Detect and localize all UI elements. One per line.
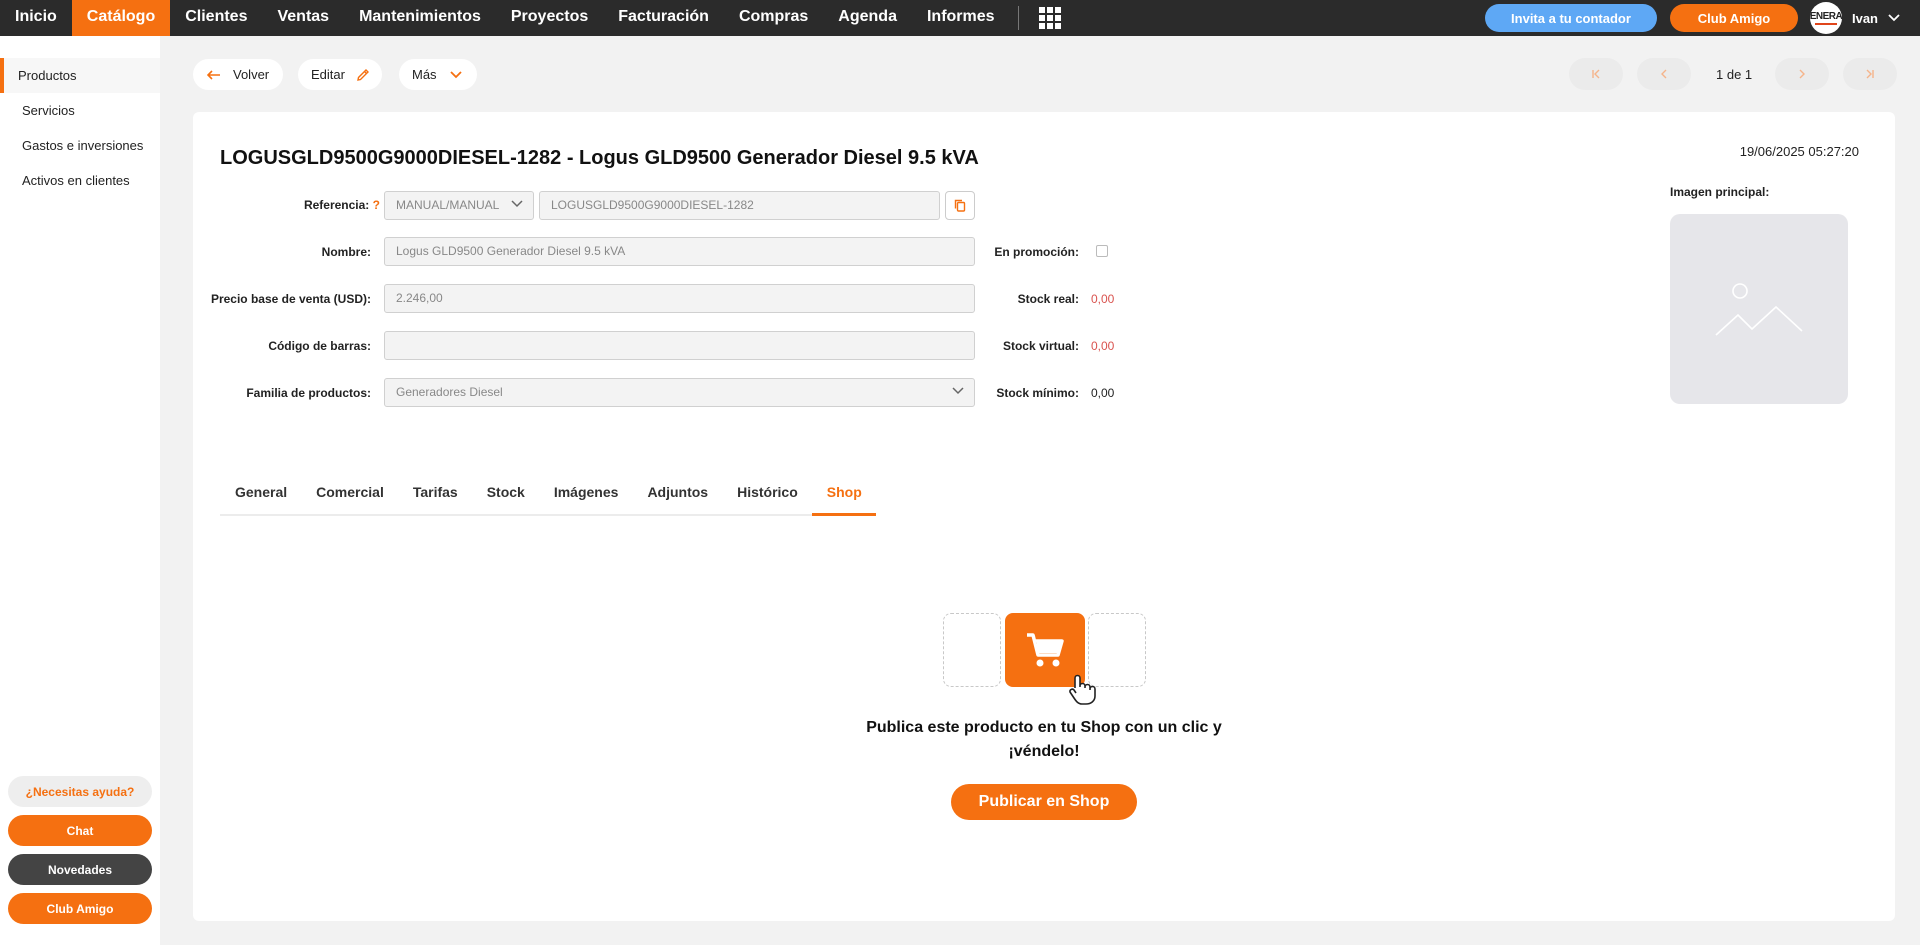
news-button[interactable]: Novedades (8, 854, 152, 885)
main-image-placeholder[interactable] (1670, 214, 1848, 404)
tab-historico[interactable]: Histórico (722, 471, 812, 516)
invite-accountant-button[interactable]: Invita a tu contador (1484, 4, 1657, 32)
stock-min-label: Stock mínimo: (996, 386, 1079, 400)
sidebar: Productos Servicios Gastos e inversiones… (0, 36, 160, 945)
sidebar-menu: Productos Servicios Gastos e inversiones… (0, 58, 160, 198)
top-navigation-bar: Inicio Catálogo Clientes Ventas Mantenim… (0, 0, 1920, 36)
last-page-icon (1865, 69, 1875, 79)
chat-button[interactable]: Chat (8, 815, 152, 846)
tab-general[interactable]: General (220, 471, 301, 516)
promo-checkbox[interactable] (1096, 245, 1108, 257)
barcode-label: Código de barras: (268, 339, 371, 353)
first-page-icon (1591, 69, 1601, 79)
sidebar-item-servicios[interactable]: Servicios (0, 93, 160, 128)
family-value: Generadores Diesel (396, 385, 503, 399)
club-amigo-top-button[interactable]: Club Amigo (1669, 4, 1798, 32)
last-page-button[interactable] (1843, 58, 1897, 90)
sidebar-item-activos[interactable]: Activos en clientes (0, 163, 160, 198)
sidebar-item-gastos[interactable]: Gastos e inversiones (0, 128, 160, 163)
image-label: Imagen principal: (1670, 185, 1770, 199)
first-page-button[interactable] (1569, 58, 1623, 90)
shop-promo-line2: ¡véndelo! (1008, 743, 1080, 760)
chevron-down-icon (952, 387, 964, 395)
apps-grid-icon[interactable] (1031, 7, 1069, 29)
avatar-logo-text: ENERA (1809, 10, 1842, 22)
shopping-cart-icon (1025, 631, 1065, 669)
nav-informes[interactable]: Informes (912, 0, 1010, 36)
avatar-logo-bar (1814, 22, 1837, 25)
chevron-left-icon (1660, 69, 1668, 79)
timestamp: 19/06/2025 05:27:20 (1739, 144, 1859, 159)
arrow-left-icon (207, 69, 221, 80)
image-placeholder-icon (1714, 279, 1804, 339)
club-amigo-sidebar-button[interactable]: Club Amigo (8, 893, 152, 924)
reference-label-wrap: Referencia: ? (290, 198, 380, 212)
avatar[interactable]: ENERA (1809, 2, 1842, 34)
shop-promo-line1: Publica este producto en tu Shop con un … (866, 719, 1222, 736)
nav-inicio[interactable]: Inicio (0, 0, 72, 36)
shop-promo-text: Publica este producto en tu Shop con un … (864, 716, 1224, 764)
reference-type-select[interactable]: MANUAL/MANUAL (384, 191, 534, 220)
promo-placeholder-right (1088, 613, 1146, 687)
pencil-icon (356, 68, 370, 82)
pager-text: 1 de 1 (1716, 67, 1753, 82)
prev-page-button[interactable] (1637, 58, 1691, 90)
chevron-down-icon (511, 200, 523, 208)
chevron-down-icon[interactable] (1888, 14, 1900, 22)
family-select[interactable]: Generadores Diesel (384, 378, 975, 407)
nav-catalogo[interactable]: Catálogo (71, 0, 171, 36)
more-button[interactable]: Más (399, 59, 477, 90)
barcode-field[interactable] (384, 331, 975, 360)
top-right-area: Invita a tu contador Club Amigo ENERA Iv… (1484, 0, 1920, 36)
tab-imagenes[interactable]: Imágenes (539, 471, 633, 516)
tab-tarifas[interactable]: Tarifas (398, 471, 472, 516)
reference-type-value: MANUAL/MANUAL (396, 198, 500, 212)
help-button[interactable]: ¿Necesitas ayuda? (8, 776, 152, 807)
stock-min-value: 0,00 (1091, 386, 1115, 400)
product-tabs: General Comercial Tarifas Stock Imágenes… (220, 471, 876, 516)
tab-stock[interactable]: Stock (472, 471, 539, 516)
tab-shop[interactable]: Shop (811, 471, 876, 516)
promo-placeholder-left (943, 613, 1001, 687)
chevron-right-icon (1798, 69, 1806, 79)
nav-divider (1017, 6, 1019, 30)
publish-shop-button[interactable]: Publicar en Shop (951, 784, 1137, 820)
nav-ventas[interactable]: Ventas (262, 0, 344, 36)
stock-virtual-label: Stock virtual: (1002, 339, 1079, 353)
price-label: Precio base de venta (USD): (210, 292, 371, 306)
nav-compras[interactable]: Compras (724, 0, 823, 36)
stock-real-value: 0,00 (1091, 292, 1115, 306)
nav-facturacion[interactable]: Facturación (603, 0, 724, 36)
chevron-down-icon (449, 70, 462, 79)
edit-label: Editar (311, 67, 345, 82)
reference-field[interactable]: LOGUSGLD9500G9000DIESEL-1282 (539, 191, 940, 220)
sidebar-item-productos[interactable]: Productos (0, 58, 160, 93)
reference-help-icon[interactable]: ? (373, 198, 380, 212)
reference-label: Referencia: (303, 198, 370, 212)
more-label: Más (412, 67, 437, 82)
user-name[interactable]: Ivan (1852, 11, 1878, 26)
copy-icon (954, 199, 966, 212)
tab-adjuntos[interactable]: Adjuntos (632, 471, 722, 516)
back-button[interactable]: Volver (193, 59, 283, 90)
edit-button[interactable]: Editar (298, 59, 382, 90)
name-label: Nombre: (321, 245, 371, 259)
stock-virtual-value: 0,00 (1091, 339, 1115, 353)
promo-label: En promoción: (994, 245, 1079, 259)
hand-pointer-icon (1066, 674, 1096, 709)
page-title: LOGUSGLD9500G9000DIESEL-1282 - Logus GLD… (220, 147, 979, 169)
family-label: Familia de productos: (246, 386, 371, 400)
price-field[interactable]: 2.246,00 (384, 284, 975, 313)
copy-reference-button[interactable] (945, 191, 975, 220)
back-label: Volver (233, 67, 270, 82)
nav-clientes[interactable]: Clientes (170, 0, 262, 36)
nav-mantenimientos[interactable]: Mantenimientos (344, 0, 496, 36)
stock-real-label: Stock real: (1017, 292, 1079, 306)
next-page-button[interactable] (1775, 58, 1829, 90)
name-field[interactable]: Logus GLD9500 Generador Diesel 9.5 kVA (384, 237, 975, 266)
nav-agenda[interactable]: Agenda (823, 0, 912, 36)
tab-comercial[interactable]: Comercial (301, 471, 398, 516)
nav-proyectos[interactable]: Proyectos (496, 0, 603, 36)
